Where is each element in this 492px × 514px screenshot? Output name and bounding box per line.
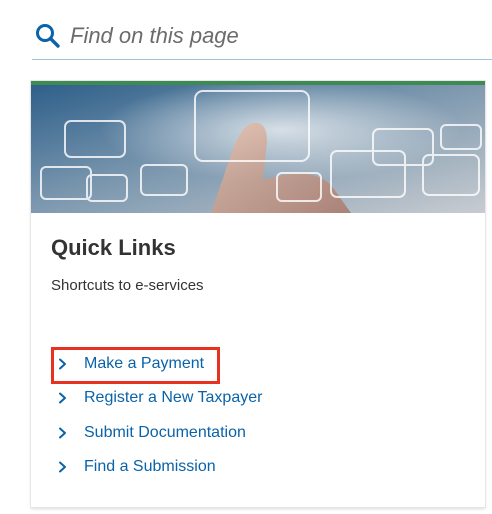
chevron-right-icon (59, 427, 66, 439)
search-bar (32, 14, 492, 60)
chevron-right-icon (59, 461, 66, 473)
search-icon[interactable] (34, 22, 62, 50)
list-item: Make a Payment (51, 355, 204, 379)
find-a-submission-link[interactable]: Find a Submission (51, 458, 216, 476)
search-input[interactable] (70, 18, 480, 54)
link-label: Make a Payment (84, 355, 205, 372)
card-title: Quick Links (51, 235, 176, 260)
link-label: Find a Submission (84, 458, 216, 475)
quick-links-card: Quick Links Shortcuts to e-services Make… (31, 81, 485, 507)
list-item: Find a Submission (51, 458, 216, 482)
submit-documentation-link[interactable]: Submit Documentation (51, 424, 246, 442)
list-item: Register a New Taxpayer (51, 389, 262, 413)
list-item: Submit Documentation (51, 424, 246, 448)
chevron-right-icon (59, 358, 66, 370)
chevron-right-icon (59, 392, 66, 404)
link-label: Submit Documentation (84, 424, 246, 441)
link-label: Register a New Taxpayer (84, 389, 263, 406)
make-a-payment-link[interactable]: Make a Payment (51, 355, 204, 373)
register-new-taxpayer-link[interactable]: Register a New Taxpayer (51, 389, 262, 407)
card-subtitle: Shortcuts to e-services (51, 277, 204, 294)
banner-image (31, 85, 485, 213)
